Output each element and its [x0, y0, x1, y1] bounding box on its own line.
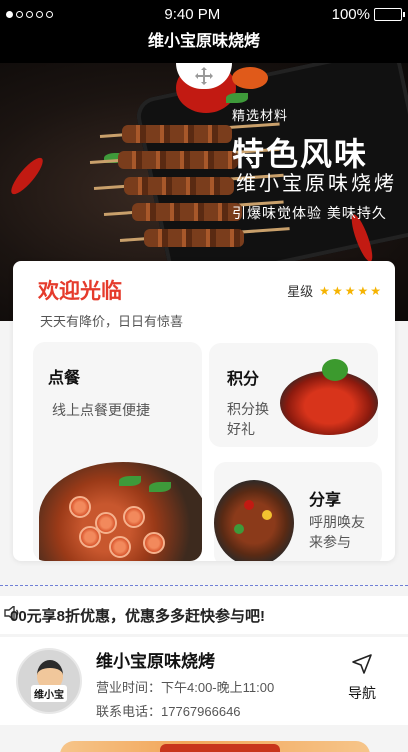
battery-percent: 100%: [331, 5, 370, 23]
herb-image: [322, 359, 348, 381]
leaf-image: [226, 93, 248, 103]
store-info: 维小宝 维小宝原味烧烤 营业时间：下午4:00-晚上11:00 联系电话：177…: [0, 637, 408, 725]
notice-bar[interactable]: 00元享8折优惠，优惠多多赶快参与吧!: [0, 596, 408, 634]
chili-image: [6, 153, 48, 199]
banner-tag: 精选材料: [232, 108, 289, 123]
skewer-meat: [144, 229, 244, 247]
welcome-title: 欢迎光临: [38, 280, 122, 303]
rating-label: 星级: [287, 284, 314, 299]
share-title: 分享: [309, 492, 342, 509]
store-hours: 营业时间：下午4:00-晚上11:00: [96, 680, 275, 695]
store-phone[interactable]: 联系电话：17767966646: [96, 701, 241, 720]
divider: [0, 585, 408, 586]
welcome-card: 欢迎光临 天天有降价，日日有惊喜 星级 ★ ★ ★ ★ ★ 点餐 线上点餐更便捷…: [13, 261, 395, 561]
skewer-meat: [122, 125, 232, 143]
order-title: 点餐: [48, 370, 81, 387]
store-name: 维小宝原味烧烤: [96, 652, 215, 671]
top-bar: 9:40 PM 100% 维小宝原味烧烤: [0, 0, 408, 63]
notice-text: 00元享8折优惠，优惠多多赶快参与吧!: [10, 607, 266, 625]
page-title: 维小宝原味烧烤: [147, 33, 260, 50]
navigate-button[interactable]: 导航: [342, 653, 382, 703]
banner-slogan: 引爆味觉体验 美味持久: [232, 205, 387, 221]
navigate-label: 导航: [348, 685, 376, 701]
rating-stars: ★ ★ ★ ★ ★: [319, 284, 381, 298]
signal-icon: [6, 10, 53, 18]
battery-icon: [374, 7, 405, 21]
store-rating: 星级 ★ ★ ★ ★ ★: [287, 281, 381, 300]
battery-indicator: 100%: [331, 5, 405, 23]
logo-text: 维小宝: [31, 685, 67, 702]
points-tile[interactable]: 积分 积分换好礼: [209, 343, 378, 447]
shrimp-skewer-image: [39, 462, 202, 561]
skewer-meat: [132, 203, 242, 221]
share-desc: 呼朋唤友来参与: [309, 514, 365, 550]
banner-brand: 维小宝原味烧烤: [236, 173, 397, 195]
promo-banner-label: [160, 744, 280, 752]
skewer-meat: [124, 177, 234, 195]
order-tile[interactable]: 点餐 线上点餐更便捷: [33, 342, 202, 561]
crayfish-image: [280, 371, 378, 435]
skewer-meat: [118, 151, 238, 169]
star-icon: ★: [319, 283, 330, 298]
points-desc: 积分换好礼: [227, 401, 269, 437]
promo-banner-peek[interactable]: [0, 729, 408, 752]
kebab-image: [214, 480, 294, 561]
order-desc: 线上点餐更便捷: [52, 402, 150, 418]
welcome-subtitle: 天天有降价，日日有惊喜: [40, 314, 184, 329]
share-tile[interactable]: 分享 呼朋唤友来参与: [214, 462, 382, 561]
star-icon: ★: [357, 283, 369, 298]
points-title: 积分: [227, 371, 260, 388]
star-icon: ★: [344, 283, 356, 298]
star-icon: ★: [370, 283, 381, 298]
status-time: 9:40 PM: [164, 5, 221, 23]
status-bar: 9:40 PM 100%: [0, 0, 408, 28]
chili-image: [232, 67, 268, 89]
star-icon: ★: [331, 283, 343, 298]
navigation-arrow-icon: [352, 654, 372, 674]
store-logo: 维小宝: [16, 648, 82, 714]
